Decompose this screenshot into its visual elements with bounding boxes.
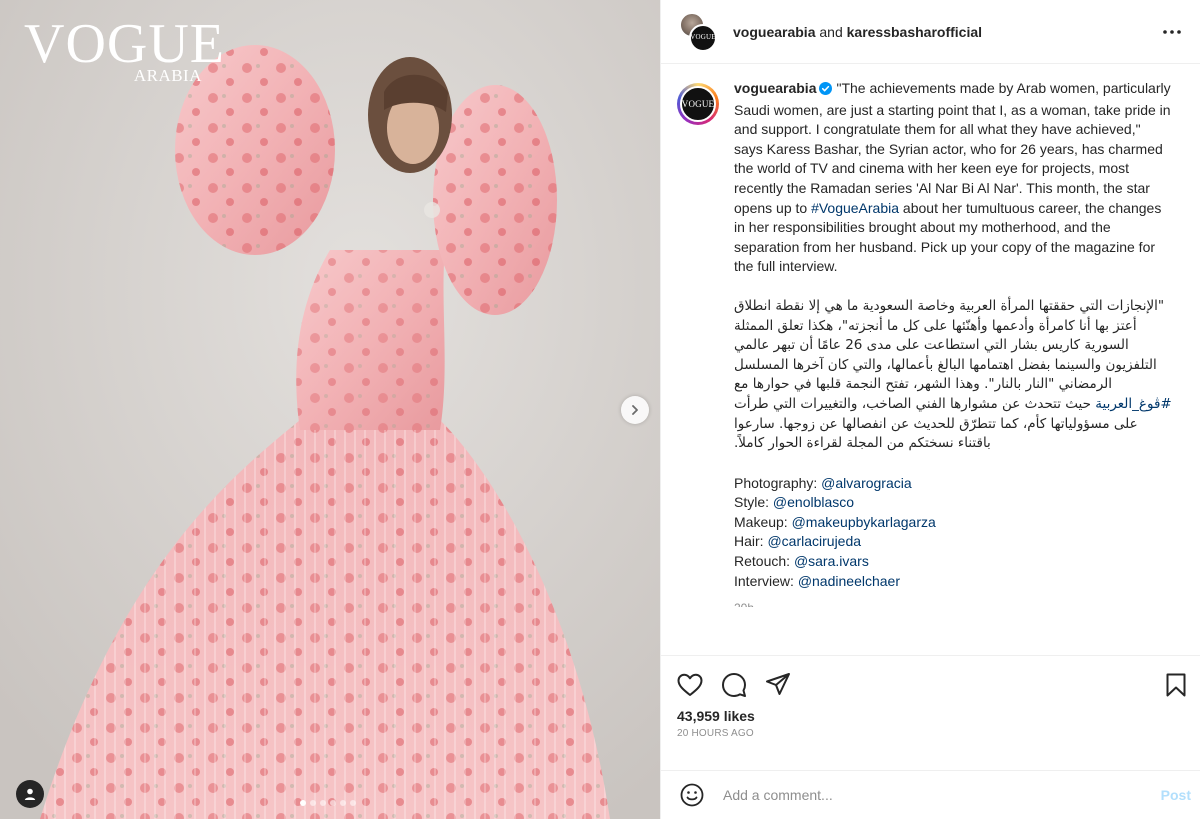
- caption-scroll-area[interactable]: VOGUE voguearabia "The achievements made …: [661, 65, 1200, 655]
- collab-avatars[interactable]: VOGUE: [679, 11, 719, 52]
- carousel-indicator: [300, 800, 356, 806]
- hashtag-link[interactable]: #VogueArabia: [811, 200, 899, 216]
- action-bar: [677, 656, 1187, 714]
- mention-link[interactable]: @carlacirujeda: [767, 533, 861, 549]
- more-options-button[interactable]: [1160, 20, 1184, 44]
- comment-icon: [722, 673, 746, 697]
- save-button[interactable]: [1155, 669, 1187, 701]
- carousel-next-button[interactable]: [621, 396, 649, 424]
- author-link-secondary[interactable]: karessbasharofficial: [847, 24, 982, 40]
- caption-row: VOGUE voguearabia "The achievements made …: [661, 65, 1200, 607]
- post-photo: [0, 0, 660, 819]
- tagged-users-button[interactable]: [16, 780, 44, 808]
- chevron-right-icon: [632, 405, 638, 415]
- vogue-arabia-logo: VOGUE ARABIA: [24, 13, 225, 86]
- author-link-primary[interactable]: voguearabia: [733, 24, 815, 40]
- mention-link[interactable]: @alvarogracia: [821, 475, 911, 491]
- mention-link[interactable]: @makeupbykarlagarza: [792, 514, 936, 530]
- comment-button[interactable]: [721, 669, 753, 701]
- post-actions: 43,959 likes 20 HOURS AGO: [661, 655, 1200, 739]
- emoji-button[interactable]: [679, 782, 705, 808]
- carousel-dot: [350, 800, 356, 806]
- heart-icon: [677, 673, 703, 696]
- carousel-dot: [320, 800, 326, 806]
- caption-text: حيث تتحدث عن مشوارها الفني الصاخب، والتغ…: [734, 395, 1138, 452]
- post-authors: voguearabia and karessbasharofficial: [733, 24, 1160, 40]
- credit-line: Hair: @carlacirujeda: [734, 532, 1172, 552]
- carousel-dot: [310, 800, 316, 806]
- comment-composer: Post: [661, 770, 1200, 819]
- logo-word: VOGUE: [24, 13, 225, 75]
- credit-line: Photography: @alvarogracia: [734, 474, 1172, 494]
- more-horizontal-icon: [1163, 29, 1181, 34]
- caption-arabic: "الإنجازات التي حققتها المرأة العربية وخ…: [734, 297, 1172, 454]
- hashtag-link[interactable]: #ڤوغ_العربية: [1095, 396, 1171, 412]
- credit-label: Retouch:: [734, 553, 794, 570]
- post-media[interactable]: VOGUE ARABIA: [0, 0, 660, 819]
- caption-text: "The achievements made by Arab women, pa…: [734, 80, 1171, 216]
- credit-label: Photography:: [734, 474, 822, 491]
- avatar[interactable]: VOGUE: [689, 23, 717, 52]
- mini-logo: VOGUE: [681, 98, 715, 109]
- mention-link[interactable]: @enolblasco: [773, 494, 854, 510]
- credits-list: Photography: @alvarogracia Style: @enolb…: [734, 474, 1172, 592]
- caption-english: voguearabia "The achievements made by Ara…: [734, 79, 1172, 277]
- credit-line: Retouch: @sara.ivars: [734, 552, 1172, 572]
- caption-avatar[interactable]: VOGUE: [677, 83, 719, 125]
- bookmark-icon: [1166, 673, 1186, 697]
- avatar: VOGUE: [680, 86, 716, 122]
- post-comment-button[interactable]: Post: [1161, 787, 1191, 803]
- credit-label: Makeup:: [734, 513, 792, 530]
- mention-link[interactable]: @nadineelchaer: [798, 573, 900, 589]
- post-header: VOGUE voguearabia and karessbasharoffici…: [661, 0, 1200, 64]
- credit-label: Style:: [734, 494, 773, 511]
- verified-badge-icon: [819, 81, 833, 101]
- mention-link[interactable]: @sara.ivars: [794, 553, 869, 569]
- caption-text: "الإنجازات التي حققتها المرأة العربية وخ…: [734, 297, 1165, 393]
- author-connector: and: [819, 23, 843, 40]
- like-button[interactable]: [677, 669, 709, 701]
- emoji-icon: [680, 783, 704, 807]
- like-count[interactable]: 43,959 likes: [677, 708, 1187, 724]
- send-icon: [766, 673, 790, 695]
- carousel-dot: [300, 800, 306, 806]
- carousel-dot: [330, 800, 336, 806]
- credit-line: Makeup: @makeupbykarlagarza: [734, 513, 1172, 533]
- caption-username[interactable]: voguearabia: [734, 80, 816, 96]
- credit-line: Style: @enolblasco: [734, 493, 1172, 513]
- post-side-panel: VOGUE voguearabia and karessbasharoffici…: [660, 0, 1200, 819]
- caption-age: 20h: [734, 599, 1172, 607]
- mini-logo: VOGUE: [690, 33, 716, 41]
- share-button[interactable]: [765, 669, 797, 701]
- credit-label: Interview:: [734, 572, 798, 589]
- user-tag-icon: [24, 788, 36, 800]
- credit-line: Interview: @nadineelchaer: [734, 572, 1172, 592]
- caption-body: voguearabia "The achievements made by Ara…: [734, 79, 1172, 607]
- credit-label: Hair:: [734, 533, 768, 550]
- comment-input[interactable]: [723, 787, 1161, 803]
- post-timestamp[interactable]: 20 HOURS AGO: [677, 728, 1187, 739]
- carousel-dot: [340, 800, 346, 806]
